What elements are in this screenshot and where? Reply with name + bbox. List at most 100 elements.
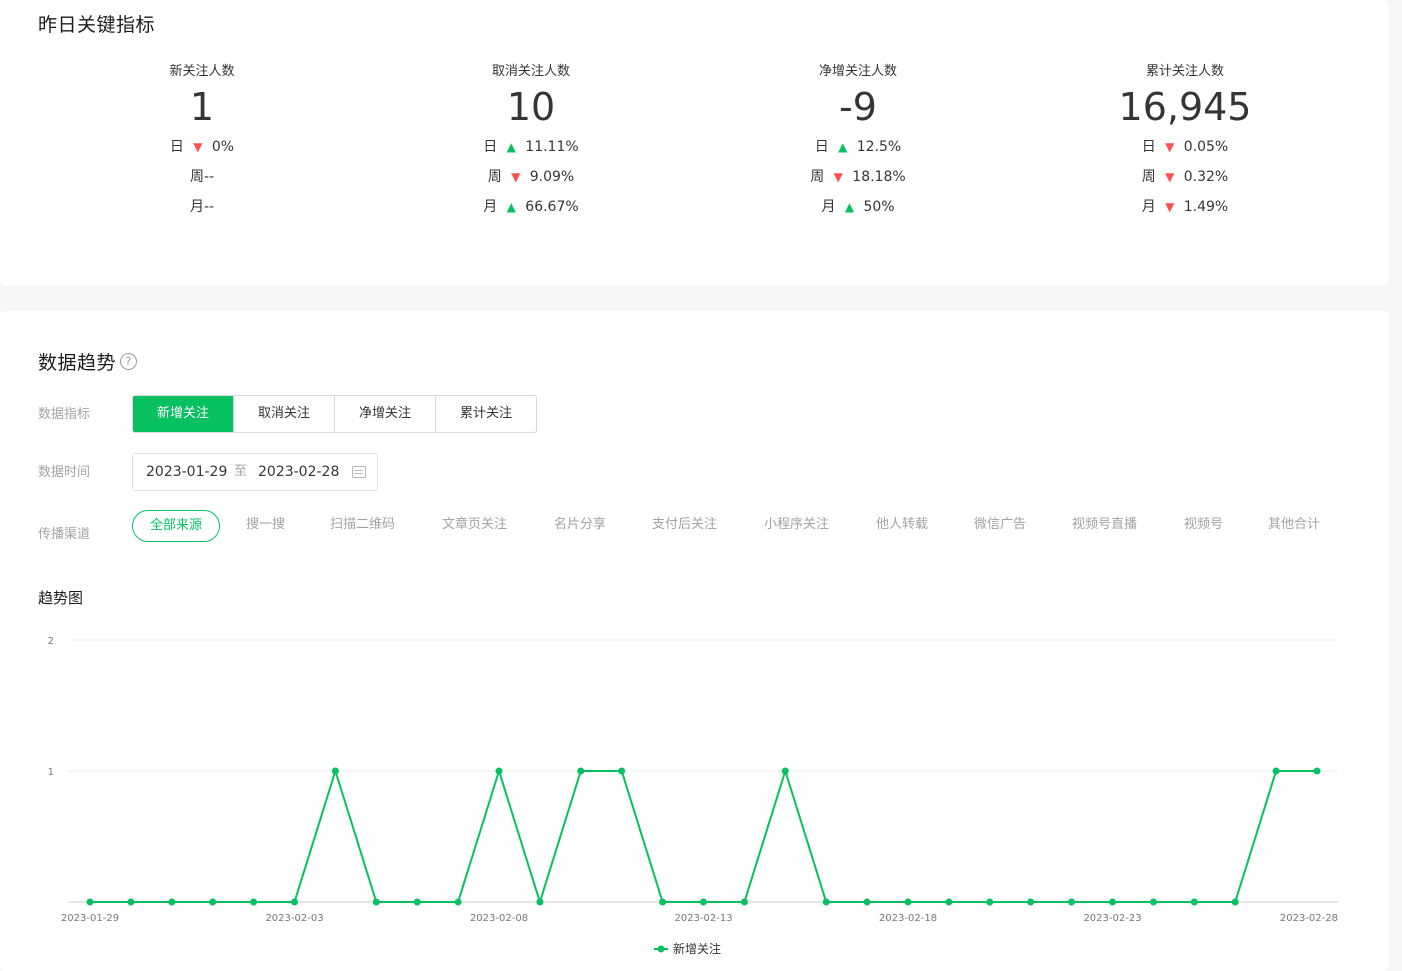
period-label: 周 — [810, 169, 825, 185]
arrow-down-icon: ▼ — [1165, 170, 1175, 184]
x-tick-label: 2023-02-23 — [1083, 913, 1141, 924]
change-value: 0.32% — [1183, 169, 1229, 185]
metric-column: 取消关注人数 10 日 ▲ 11.11% 周 ▼ 9.09% 月 ▲ 66.67% — [401, 62, 661, 222]
metric-column: 净增关注人数 -9 日 ▲ 12.5% 周 ▼ 18.18% 月 ▲ 50% — [728, 62, 988, 222]
legend-label: 新增关注 — [673, 941, 721, 954]
x-tick-label: 2023-02-18 — [879, 913, 937, 924]
metric-change-row: 日 ▼ 0.05% — [1055, 132, 1315, 162]
period-label: 日 — [483, 139, 498, 155]
y-tick-label: 1 — [48, 767, 54, 778]
period-label: 月 — [189, 199, 204, 215]
period-label: 月 — [483, 199, 498, 215]
metric-value: -9 — [839, 85, 877, 129]
data-point — [1027, 898, 1035, 906]
data-point — [659, 898, 667, 906]
x-tick-label: 2023-02-28 — [1280, 913, 1338, 924]
x-tick-label: 2023-01-29 — [61, 913, 119, 924]
period-label: 周 — [487, 169, 502, 185]
period-label: 日 — [814, 139, 829, 155]
data-point — [863, 898, 871, 906]
data-point — [904, 898, 912, 906]
change-value: 1.49% — [1183, 199, 1229, 215]
data-point — [372, 898, 380, 906]
data-point — [291, 898, 298, 906]
metric-change-row: 周 ▼ 9.09% — [401, 162, 661, 192]
y-tick-label: 2 — [48, 636, 54, 647]
metric-column: 累计关注人数 16,945 日 ▼ 0.05% 周 ▼ 0.32% 月 ▼ 1.49% — [1055, 62, 1315, 222]
x-tick-label: 2023-02-13 — [674, 913, 732, 924]
x-tick-label: 2023-02-08 — [470, 913, 528, 924]
data-point — [250, 898, 258, 906]
arrow-down-icon: ▼ — [193, 140, 203, 154]
metric-change-row: 周 ▼ 18.18% — [728, 162, 988, 192]
metric-value: 16,945 — [1118, 85, 1252, 129]
change-value: 11.11% — [525, 139, 579, 155]
legend-marker — [657, 945, 665, 953]
change-value: -- — [203, 169, 215, 185]
metric-label: 新关注人数 — [169, 64, 235, 79]
trend-line-chart: 1 2 2023-01-29 2023-02-03 2023-02-08 2023-02-… — [48, 636, 1338, 954]
data-point — [1272, 767, 1280, 775]
data-point — [536, 898, 544, 906]
data-point — [1313, 767, 1321, 775]
x-tick-label: 2023-02-03 — [265, 913, 323, 924]
data-point — [945, 898, 953, 906]
data-point — [413, 898, 421, 906]
data-point — [168, 898, 176, 906]
data-point — [1231, 898, 1239, 906]
data-point — [986, 898, 994, 906]
data-point — [1190, 898, 1198, 906]
metric-change-row: 日 ▼ 0% — [72, 132, 332, 162]
arrow-down-icon: ▼ — [833, 170, 843, 184]
period-label: 日 — [169, 139, 184, 155]
metric-change-row: 日 ▲ 12.5% — [728, 132, 988, 162]
data-point — [1068, 898, 1076, 906]
change-value: 9.09% — [529, 169, 575, 185]
data-point — [822, 898, 830, 906]
change-value: 0.05% — [1183, 139, 1229, 155]
metric-change-row: 周-- — [72, 162, 332, 192]
metric-change-row: 月 ▲ 50% — [728, 192, 988, 222]
data-point — [577, 767, 585, 775]
metric-label: 净增关注人数 — [818, 64, 897, 79]
metric-change-row: 月-- — [72, 192, 332, 222]
period-label: 周 — [1141, 169, 1156, 185]
data-point — [127, 898, 135, 906]
data-point — [781, 767, 789, 775]
metric-change-row: 周 ▼ 0.32% — [1055, 162, 1315, 192]
change-value: 0% — [211, 139, 235, 155]
data-point — [454, 898, 462, 906]
metric-change-row: 月 ▼ 1.49% — [1055, 192, 1315, 222]
metric-change-row: 月 ▲ 66.67% — [401, 192, 661, 222]
data-point — [86, 898, 94, 906]
change-value: 18.18% — [852, 169, 906, 185]
data-point — [495, 767, 503, 775]
arrow-down-icon: ▼ — [511, 170, 521, 184]
data-point — [1109, 898, 1116, 906]
arrow-up-icon: ▲ — [838, 140, 848, 154]
arrow-up-icon: ▲ — [506, 140, 516, 154]
metric-label: 累计关注人数 — [1145, 64, 1224, 79]
data-point — [618, 767, 626, 775]
metric-value: 10 — [506, 85, 556, 129]
change-value: 66.67% — [525, 199, 579, 215]
change-value: 12.5% — [856, 139, 902, 155]
data-point — [700, 898, 707, 906]
yesterday-metrics-card: 昨日关键指标 新关注人数 1 日 ▼ 0% 周-- 月-- 取消关注人数 10 日 ▲ 11.11% 周… — [0, 0, 1389, 286]
metric-value: 1 — [189, 85, 215, 129]
metric-column: 新关注人数 1 日 ▼ 0% 周-- 月-- — [72, 62, 332, 222]
series-line — [90, 767, 1317, 906]
period-label: 月 — [821, 199, 836, 215]
period-label: 月 — [1141, 199, 1156, 215]
arrow-down-icon: ▼ — [1165, 140, 1175, 154]
arrow-up-icon: ▲ — [844, 200, 855, 214]
period-label: 周 — [189, 169, 204, 185]
metric-change-row: 日 ▲ 11.11% — [401, 132, 661, 162]
data-point — [331, 767, 339, 775]
change-value: -- — [203, 199, 215, 215]
change-value: 50% — [863, 199, 895, 215]
arrow-up-icon: ▲ — [506, 200, 516, 214]
metric-label: 取消关注人数 — [491, 64, 570, 79]
yesterday-title: 昨日关键指标 — [38, 14, 156, 36]
data-point — [740, 898, 748, 906]
